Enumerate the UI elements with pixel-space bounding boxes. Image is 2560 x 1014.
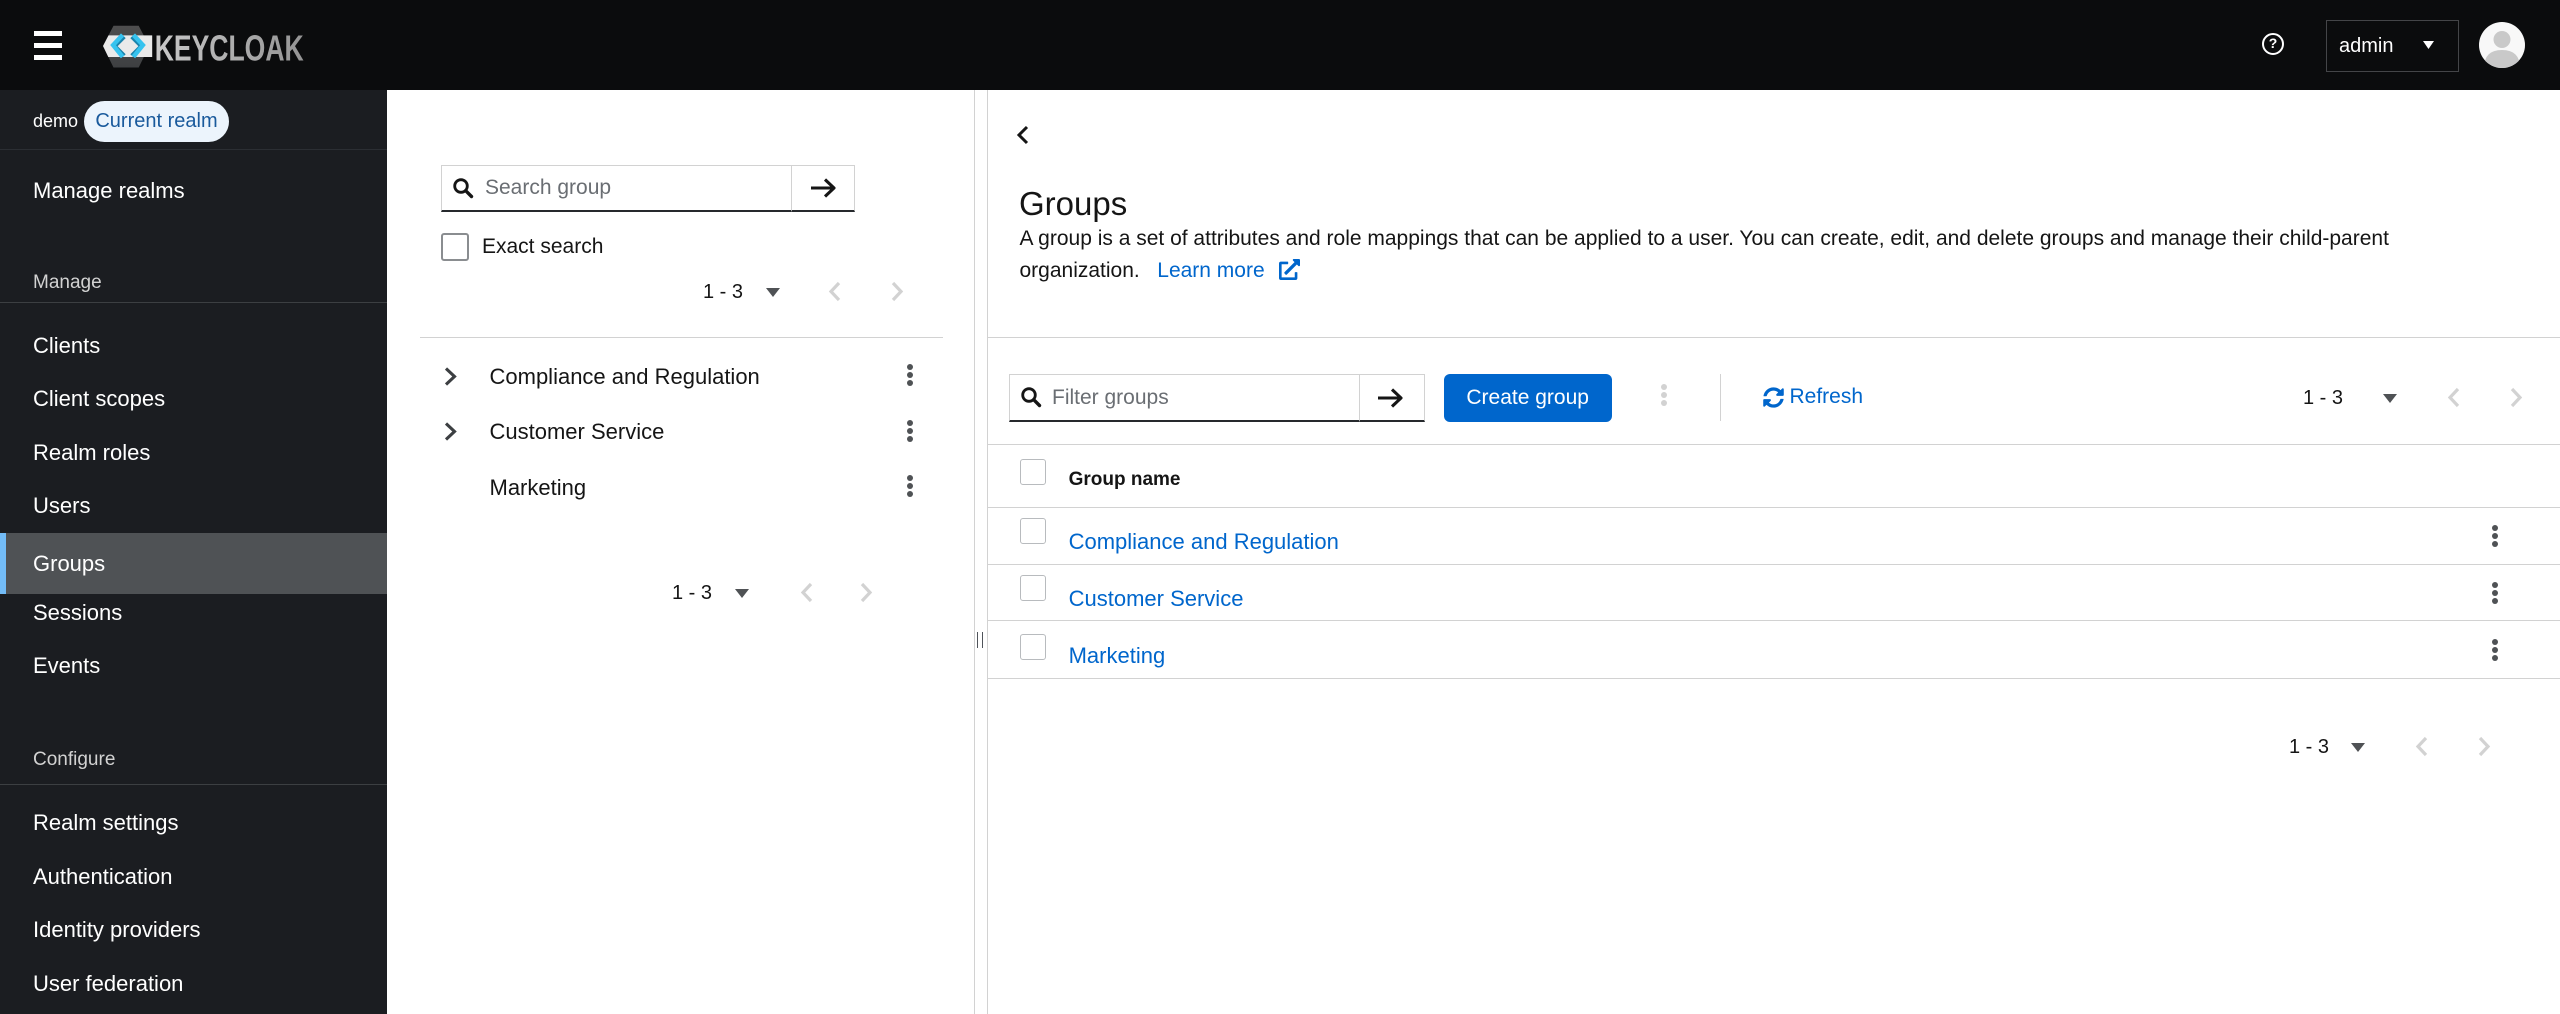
svg-text:KEYCLOAK: KEYCLOAK [155, 27, 304, 68]
